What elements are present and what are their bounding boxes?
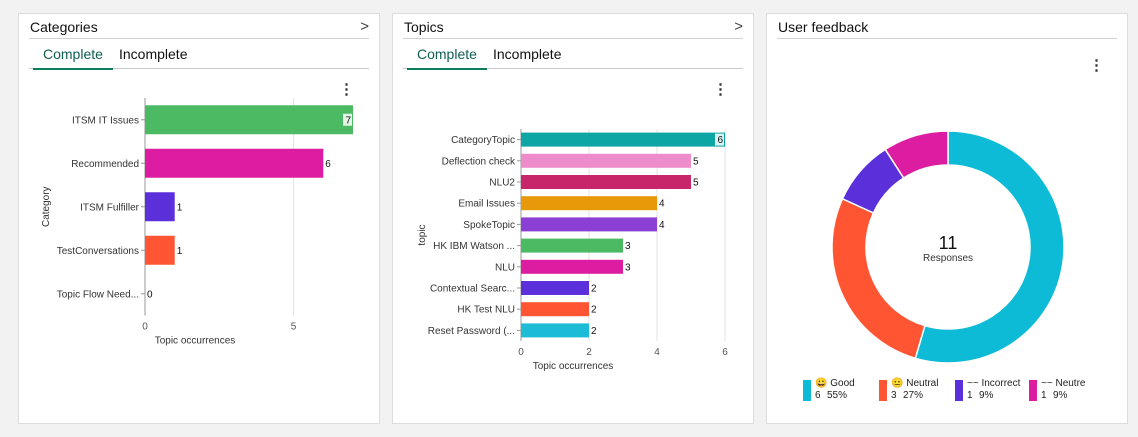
legend-count: 3 [891, 390, 897, 401]
bar [521, 175, 691, 189]
bar [521, 281, 589, 295]
category-label: NLU [495, 262, 515, 273]
feedback-header: User feedback [777, 14, 1117, 39]
data-label: 6 [325, 159, 331, 170]
legend-name: ~~ Neutre [1041, 378, 1085, 389]
bar [145, 192, 175, 222]
responses-label: Responses [923, 253, 973, 264]
y-axis-label: Category [41, 186, 52, 227]
x-tick-label: 5 [291, 322, 297, 333]
legend-count: 1 [1041, 390, 1047, 401]
category-label: Topic Flow Need... [57, 289, 139, 300]
bar [521, 302, 589, 317]
categories-title: Categories [30, 19, 98, 35]
category-label: Deflection check [442, 156, 516, 167]
data-label: 0 [147, 289, 153, 300]
data-label: 1 [177, 202, 183, 213]
responses-count: 11 [939, 233, 958, 253]
categories-bar-chart: 0 5 ITSM IT Issues 7 Recommended 6 ITSM Fulfil… [41, 98, 353, 347]
legend-name: 😐 Neutral [891, 378, 938, 389]
topics-card: Topics > Complete Incomplete ⋮ 0 2 4 6 Categ… [392, 13, 754, 424]
bar [521, 217, 657, 232]
categories-header: Categories > [29, 14, 369, 39]
legend-label: Neutral [903, 378, 939, 389]
legend-label: Neutre [1052, 378, 1086, 389]
bar [521, 259, 623, 274]
legend-percent: 27% [903, 390, 924, 401]
data-label: 2 [591, 305, 597, 316]
category-label: Recommended [71, 159, 139, 170]
category-label: HK IBM Watson ... [433, 241, 515, 252]
legend-count: 6 [815, 390, 821, 401]
data-label: 3 [625, 241, 631, 252]
category-label: ITSM Fulfiller [80, 202, 140, 213]
legend-percent: 55% [827, 390, 848, 401]
emoji-icon: 😀 [815, 378, 828, 389]
legend-swatch [1029, 380, 1037, 401]
legend-name: 😀 Good [815, 378, 855, 389]
topics-header: Topics > [403, 14, 743, 39]
bar [521, 153, 691, 168]
chevron-right-icon[interactable]: > [734, 18, 743, 35]
category-label: Contextual Searc... [430, 284, 515, 295]
bar [521, 132, 725, 147]
bar [145, 148, 324, 178]
x-tick-label: 6 [722, 347, 728, 358]
data-label: 2 [591, 284, 597, 295]
bar [145, 105, 353, 135]
bar [521, 238, 623, 253]
feedback-title: User feedback [778, 19, 869, 35]
chevron-right-icon[interactable]: > [360, 18, 369, 35]
y-axis-label: topic [417, 224, 428, 245]
category-label: CategoryTopic [451, 135, 515, 146]
legend-swatch [879, 380, 887, 401]
legend-swatch [803, 380, 811, 401]
data-label: 5 [693, 178, 699, 189]
data-label: 5 [693, 156, 699, 167]
data-label: 2 [591, 326, 597, 337]
x-tick-label: 0 [518, 347, 524, 358]
feedback-card: User feedback ⋮ 11 Responses 😀 Good 6 55% 😐 … [766, 13, 1128, 424]
bar [521, 323, 589, 338]
topics-title: Topics [404, 19, 444, 35]
legend-name: ~~ Incorrect [967, 378, 1020, 389]
legend-count: 1 [967, 390, 973, 401]
donut-slice [831, 197, 926, 360]
feedback-legend: 😀 Good 6 55% 😐 Neutral 3 27% ~~ Incorrect 1 9% ~~… [803, 378, 1113, 408]
legend-swatch [955, 380, 963, 401]
category-label: TestConversations [57, 246, 139, 257]
feedback-donut-chart: 11Responses [831, 130, 1065, 364]
legend-percent: 9% [1053, 390, 1068, 401]
legend-percent: 9% [979, 390, 994, 401]
legend-label: Good [827, 378, 855, 389]
wavy-icon: ~~ [967, 378, 979, 389]
categories-card: Categories > Complete Incomplete ⋮ 0 5 ITS… [18, 13, 380, 424]
data-label: 6 [717, 135, 723, 146]
wavy-icon: ~~ [1041, 378, 1053, 389]
category-label: Email Issues [458, 199, 515, 210]
data-label: 4 [659, 199, 665, 210]
x-axis-label: Topic occurrences [533, 361, 614, 372]
category-label: ITSM IT Issues [72, 115, 139, 126]
data-label: 3 [625, 262, 631, 273]
legend-label: Incorrect [978, 378, 1021, 389]
topics-bar-chart: 0 2 4 6CategoryTopic 6Deflection check 5NLU2 5… [417, 129, 728, 372]
category-label: HK Test NLU [457, 305, 515, 316]
x-tick-label: 0 [142, 322, 148, 333]
data-label: 4 [659, 220, 665, 231]
category-label: Reset Password (... [428, 326, 515, 337]
x-axis-label: Topic occurrences [155, 336, 236, 347]
emoji-icon: 😐 [891, 378, 904, 389]
bar [145, 235, 175, 265]
bar [521, 196, 657, 211]
x-tick-label: 4 [654, 347, 660, 358]
data-label: 1 [177, 246, 183, 257]
data-label: 7 [345, 115, 351, 126]
x-tick-label: 2 [586, 347, 592, 358]
category-label: NLU2 [489, 178, 515, 189]
category-label: SpokeTopic [463, 220, 515, 231]
